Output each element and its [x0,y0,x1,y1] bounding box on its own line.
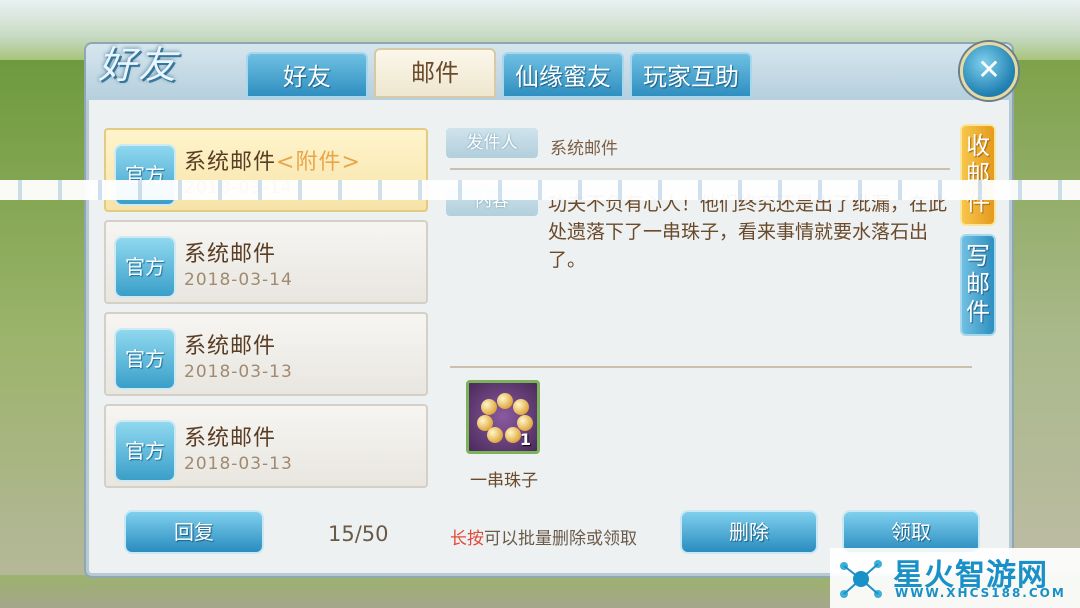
mail-title: 系统邮件 [184,426,277,451]
side-tab-inbox[interactable]: 收 邮 件 [960,124,996,226]
watermark-url: WWW.XHCS188.COM [895,586,1066,600]
divider [450,168,950,170]
close-icon: ✕ [977,53,1001,86]
mail-title: 系统邮件<附件> [184,150,361,175]
network-logo-icon [840,560,882,598]
close-button[interactable]: ✕ [960,42,1018,100]
sender-label: 发件人 [446,128,538,158]
mail-list-item[interactable]: 官方 系统邮件 2018-03-14 [104,220,428,304]
official-badge: 官方 [114,236,176,298]
mail-date: 2018-03-13 [184,362,293,382]
sender-value: 系统邮件 [550,139,618,159]
divider [450,366,972,368]
official-badge: 官方 [114,420,176,482]
mail-title: 系统邮件 [184,334,277,359]
mail-count: 15/50 [328,522,389,546]
item-count: 1 [519,430,531,449]
render-glitch-band [0,180,1080,200]
tab-player-help[interactable]: 玩家互助 [630,52,752,98]
mail-list-item[interactable]: 官方 系统邮件 2018-03-13 [104,312,428,396]
official-badge: 官方 [114,328,176,390]
panel-title: 好友 [98,43,179,87]
delete-button[interactable]: 删除 [680,510,818,554]
mail-date: 2018-03-13 [184,454,293,474]
scene-background-left [0,60,90,608]
mail-list-item[interactable]: 官方 系统邮件 2018-03-13 [104,404,428,488]
mail-title: 系统邮件 [184,242,277,267]
mail-date: 2018-03-14 [184,270,293,290]
attachment-item-name: 一串珠子 [470,471,538,491]
reply-button[interactable]: 回复 [124,510,264,554]
scene-background-right [1005,60,1080,608]
attachment-item-slot[interactable]: 1 [466,380,540,454]
mail-content: 功夫不负有心人！他们终究还是出了纰漏，在此处遗落下了一串珠子，看来事情就要水落石… [548,193,948,271]
attachment-tag: <附件> [276,150,361,175]
batch-hint: 长按可以批量删除或领取 [450,529,637,549]
tab-friends[interactable]: 好友 [246,52,368,98]
side-tab-compose[interactable]: 写 邮 件 [960,234,996,336]
tab-mail[interactable]: 邮件 [374,48,496,98]
tab-fairy-friends[interactable]: 仙缘蜜友 [502,52,624,98]
